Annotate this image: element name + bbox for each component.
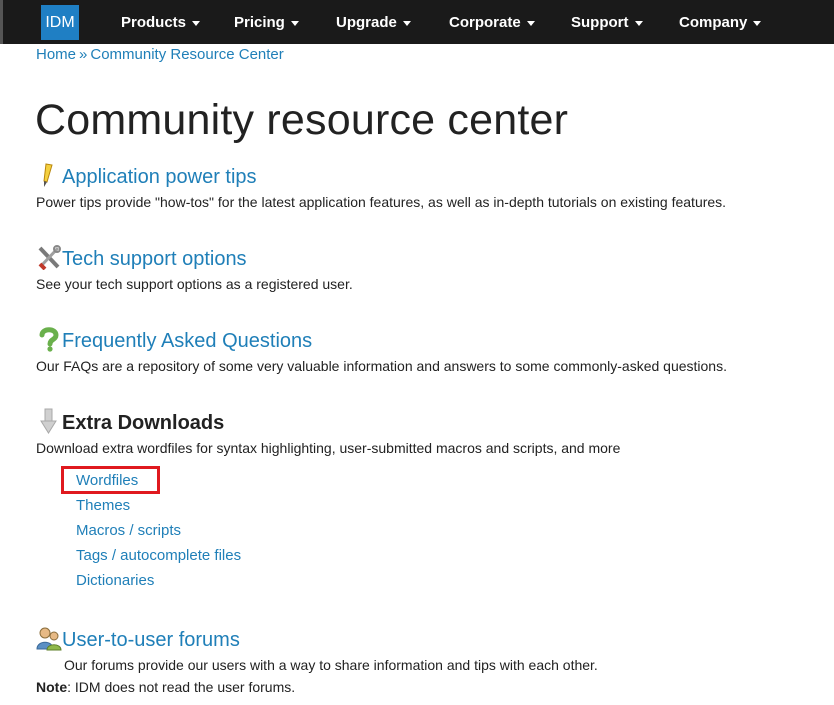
top-navigation-bar: IDM Products Pricing Upgrade Corporate S… — [0, 0, 834, 44]
forums-link[interactable]: User-to-user forums — [36, 625, 240, 652]
wordfiles-link[interactable]: Wordfiles — [76, 472, 138, 489]
pencil-icon — [36, 162, 62, 188]
breadcrumb-home-link[interactable]: Home — [36, 46, 76, 63]
caret-down-icon — [192, 20, 201, 26]
note-text: : IDM does not read the user forums. — [67, 679, 296, 695]
question-icon — [36, 326, 62, 352]
caret-down-icon — [753, 20, 762, 26]
breadcrumb: Home» Community Resource Center — [36, 46, 284, 63]
breadcrumb-separator: » — [79, 46, 88, 63]
nav-products[interactable]: Products — [121, 0, 201, 44]
forums-description: Our forums provide our users with a way … — [64, 657, 598, 673]
users-icon — [36, 625, 62, 651]
tools-icon — [36, 244, 62, 271]
macros-scripts-link[interactable]: Macros / scripts — [76, 522, 181, 539]
nav-company[interactable]: Company — [679, 0, 762, 44]
nav-upgrade[interactable]: Upgrade — [336, 0, 411, 44]
power-tips-link[interactable]: Application power tips — [36, 162, 257, 189]
themes-link[interactable]: Themes — [76, 497, 130, 514]
tech-support-link[interactable]: Tech support options — [36, 244, 247, 271]
nav-corporate[interactable]: Corporate — [449, 0, 535, 44]
caret-down-icon — [402, 20, 411, 26]
page-title: Community resource center — [35, 96, 569, 144]
extra-downloads-heading: Extra Downloads — [36, 408, 224, 435]
caret-down-icon — [526, 20, 535, 26]
nav-edge — [0, 0, 3, 44]
power-tips-description: Power tips provide "how-tos" for the lat… — [36, 194, 727, 210]
nav-pricing[interactable]: Pricing — [234, 0, 299, 44]
caret-down-icon — [634, 20, 643, 26]
download-arrow-icon — [36, 408, 62, 434]
breadcrumb-current-link[interactable]: Community Resource Center — [90, 46, 283, 63]
tags-autocomplete-link[interactable]: Tags / autocomplete files — [76, 547, 241, 564]
faq-description: Our FAQs are a repository of some very v… — [36, 358, 727, 374]
nav-support[interactable]: Support — [571, 0, 643, 44]
tech-support-description: See your tech support options as a regis… — [36, 276, 353, 292]
note-label: Note — [36, 679, 68, 695]
extra-downloads-description: Download extra wordfiles for syntax high… — [36, 440, 621, 456]
idm-logo[interactable]: IDM — [41, 5, 79, 40]
caret-down-icon — [290, 20, 299, 26]
dictionaries-link[interactable]: Dictionaries — [76, 572, 154, 589]
forums-note: Note: IDM does not read the user forums. — [36, 679, 295, 695]
faq-link[interactable]: Frequently Asked Questions — [36, 326, 312, 353]
